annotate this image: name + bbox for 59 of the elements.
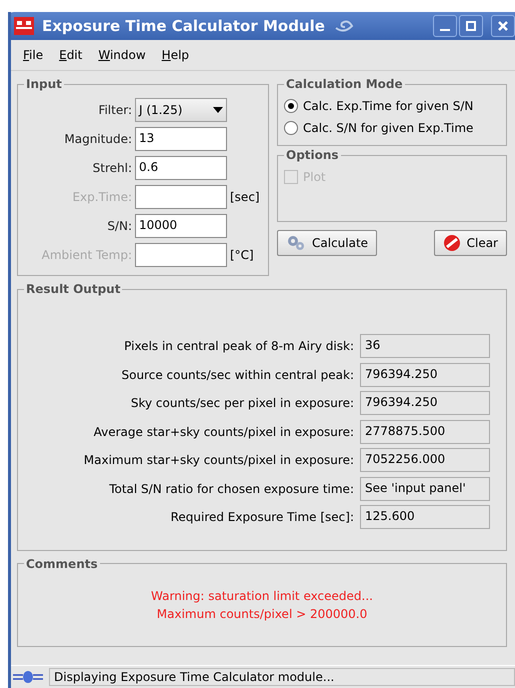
panel-title: Result Output [25,282,122,296]
maximize-icon [466,21,476,31]
panel-title: Comments [25,556,99,570]
connector-icon [11,669,45,685]
calculate-button[interactable]: Calculate [277,230,378,256]
unit-label: [sec] [229,190,260,204]
minimize-icon [440,29,450,31]
radio-button[interactable] [284,99,298,113]
radio-label: Calc. S/N for given Exp.Time [303,121,474,135]
field-label: S/N: [106,218,133,232]
panel-title: Calculation Mode [285,77,404,91]
result-value: 796394.250 [360,391,490,416]
input-field[interactable]: 13 [135,126,227,150]
result-label: Total S/N ratio for chosen exposure time: [109,482,354,496]
input-field[interactable]: 10000 [135,214,227,238]
panel-title: Options [285,148,340,162]
result-value: See 'input panel' [360,476,490,501]
radio-button[interactable] [284,121,298,135]
status-text: Displaying Exposure Time Calculator module... [49,668,515,686]
gears-icon [286,234,306,252]
app-logo-icon [14,17,34,35]
result-label: Average star+sky counts/pixel in exposure: [94,424,354,439]
clear-button[interactable]: Clear [434,230,507,256]
warning-text: Maximum counts/pixel > 200000.0 [156,606,368,622]
result-value: 2778875.500 [360,420,490,444]
result-value: 36 [360,334,490,358]
window-title: Exposure Time Calculator Module [42,17,325,35]
field-label: Exp.Time: [71,190,133,204]
result-label: Maximum star+sky counts/pixel in exposure: [84,453,354,468]
swirl-icon [332,18,355,34]
result-label: Sky counts/sec per pixel in exposure: [130,396,354,410]
caret-icon [213,106,223,112]
result-label: Pixels in central peak of 8-m Airy disk: [124,339,354,354]
menu-item[interactable]: Window [92,46,152,64]
field-label: Magnitude: [63,132,133,146]
field-label: Strehl: [92,160,133,174]
field-label: Ambient Temp: [40,248,133,262]
result-value: 796394.250 [360,362,490,387]
result-label: Source counts/sec within central peak: [121,368,354,382]
menu-item[interactable]: Edit [53,46,88,64]
result-label: Required Exposure Time [sec]: [170,510,354,524]
close-button[interactable] [491,15,515,37]
minimize-button[interactable] [433,15,457,37]
filter-dropdown[interactable]: J (1.25) [135,98,227,122]
panel-title: Input [25,77,63,91]
input-field[interactable] [135,184,227,208]
input-field[interactable]: 0.6 [135,156,227,180]
maximize-button[interactable] [459,15,483,37]
result-value: 7052256.000 [360,448,490,472]
field-label: Filter: [97,102,133,116]
input-field[interactable] [135,242,227,266]
unit-label: [°C] [229,248,254,262]
no-entry-icon [442,234,461,252]
warning-text: Warning: saturation limit exceeded... [150,588,374,604]
radio-label: Calc. Exp.Time for given S/N [303,99,474,113]
menu-item[interactable]: File [17,46,50,64]
close-icon [498,21,508,31]
result-value: 125.600 [360,505,490,530]
menu-item[interactable]: Help [156,46,196,64]
